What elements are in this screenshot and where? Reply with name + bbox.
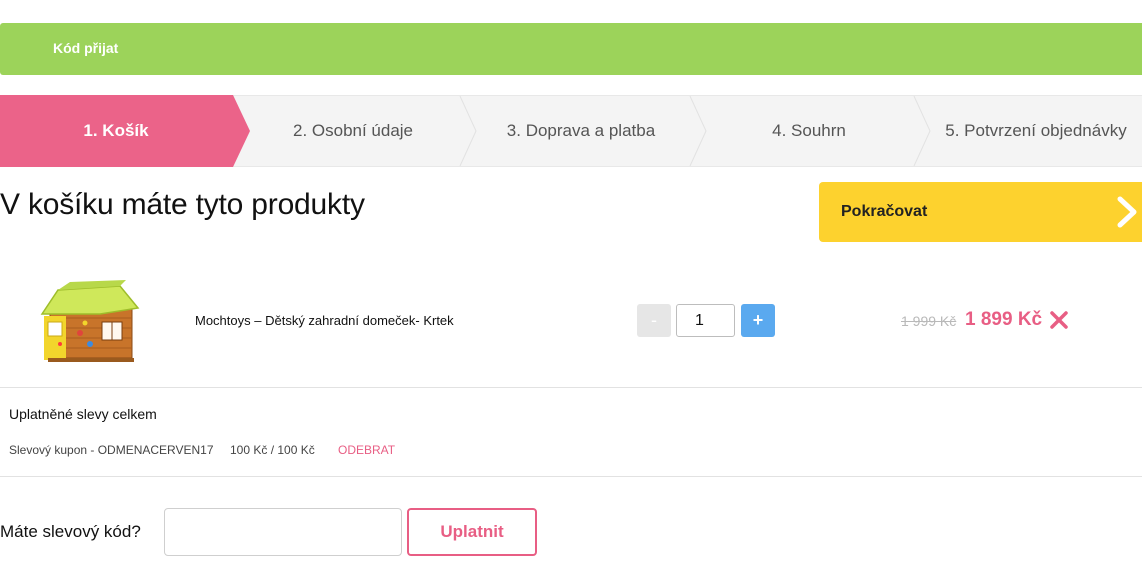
apply-code-button[interactable]: Uplatnit xyxy=(407,508,537,556)
step-order-confirmation[interactable]: 5. Potvrzení objednávky xyxy=(930,96,1142,166)
chevron-right-icon xyxy=(1117,196,1137,228)
quantity-decrease-button[interactable]: - xyxy=(637,304,671,337)
discounted-price: 1 899 Kč xyxy=(965,309,1043,330)
discount-code-input[interactable] xyxy=(164,508,402,556)
success-banner: Kód přijat xyxy=(0,23,1142,75)
coupon-code-text: Slevový kupon - ODMENACERVEN17 xyxy=(9,443,214,457)
step-separator-icon xyxy=(689,96,707,166)
page-title: V košíku máte tyto produkty xyxy=(0,188,365,221)
continue-label: Pokračovat xyxy=(841,203,928,220)
quantity-increase-button[interactable]: + xyxy=(741,304,775,337)
step-summary[interactable]: 4. Souhrn xyxy=(706,96,912,166)
banner-text: Kód přijat xyxy=(53,40,119,56)
quantity-input[interactable] xyxy=(676,304,735,337)
step-separator-icon xyxy=(913,96,931,166)
cart-page: Kód přijat 1. Košík 2. Osobní údaje 3. D… xyxy=(0,0,1142,574)
original-price: 1 999 Kč xyxy=(901,313,957,329)
step-personal-details[interactable]: 2. Osobní údaje xyxy=(248,96,458,166)
section-divider xyxy=(0,476,1142,477)
playhouse-image[interactable] xyxy=(40,278,140,364)
step-cart[interactable]: 1. Košík xyxy=(0,96,232,166)
coupon-amount: 100 Kč / 100 Kč xyxy=(230,443,315,457)
cart-item-row: Mochtoys – Dětský zahradní domeček- Krte… xyxy=(0,252,1142,388)
remove-item-icon[interactable] xyxy=(1050,311,1068,329)
step-shipping-payment[interactable]: 3. Doprava a platba xyxy=(476,96,686,166)
discount-code-label: Máte slevový kód? xyxy=(0,522,141,541)
applied-discounts-title: Uplatněné slevy celkem xyxy=(9,406,157,422)
continue-button[interactable]: Pokračovat xyxy=(819,182,1142,242)
step-separator-icon xyxy=(459,96,477,166)
product-name-link[interactable]: Mochtoys – Dětský zahradní domeček- Krte… xyxy=(195,313,454,328)
remove-coupon-link[interactable]: ODEBRAT xyxy=(338,443,395,457)
checkout-steps: 1. Košík 2. Osobní údaje 3. Doprava a pl… xyxy=(0,95,1142,167)
